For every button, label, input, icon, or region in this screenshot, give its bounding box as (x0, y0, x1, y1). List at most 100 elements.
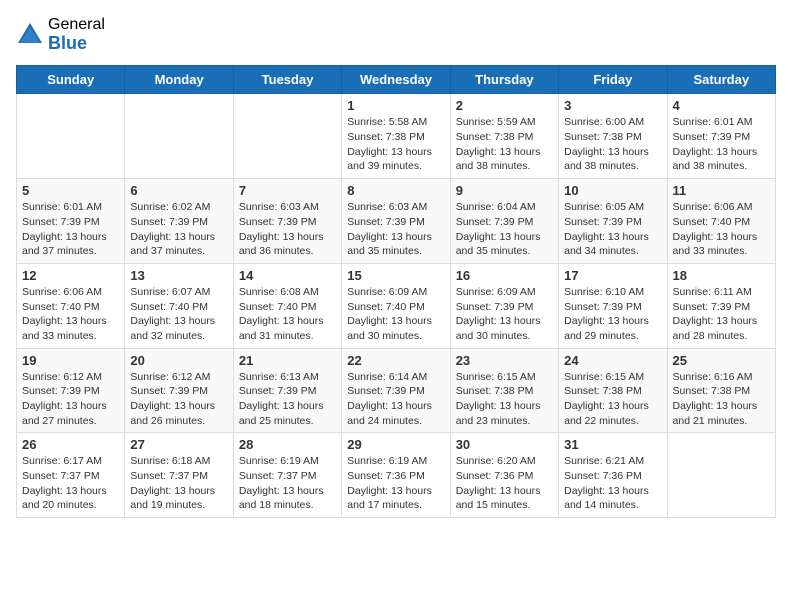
weekday-header: Wednesday (342, 66, 450, 94)
day-info: Sunrise: 6:15 AMSunset: 7:38 PMDaylight:… (456, 370, 553, 429)
day-number: 6 (130, 183, 227, 198)
calendar-cell: 24Sunrise: 6:15 AMSunset: 7:38 PMDayligh… (559, 348, 667, 433)
day-info: Sunrise: 6:20 AMSunset: 7:36 PMDaylight:… (456, 454, 553, 513)
day-number: 2 (456, 98, 553, 113)
day-info: Sunrise: 6:14 AMSunset: 7:39 PMDaylight:… (347, 370, 444, 429)
day-number: 26 (22, 437, 119, 452)
weekday-row: SundayMondayTuesdayWednesdayThursdayFrid… (17, 66, 776, 94)
day-info: Sunrise: 6:13 AMSunset: 7:39 PMDaylight:… (239, 370, 336, 429)
day-number: 15 (347, 268, 444, 283)
day-info: Sunrise: 6:04 AMSunset: 7:39 PMDaylight:… (456, 200, 553, 259)
day-number: 25 (673, 353, 770, 368)
day-number: 30 (456, 437, 553, 452)
calendar-week-row: 5Sunrise: 6:01 AMSunset: 7:39 PMDaylight… (17, 179, 776, 264)
day-number: 22 (347, 353, 444, 368)
weekday-header: Saturday (667, 66, 775, 94)
day-info: Sunrise: 6:02 AMSunset: 7:39 PMDaylight:… (130, 200, 227, 259)
calendar-cell: 19Sunrise: 6:12 AMSunset: 7:39 PMDayligh… (17, 348, 125, 433)
day-number: 18 (673, 268, 770, 283)
calendar-cell: 12 Sunrise: 6:06 AMSunset: 7:40 PMDayligh… (17, 263, 125, 348)
logo-blue: Blue (48, 34, 105, 54)
calendar-cell: 3 Sunrise: 6:00 AMSunset: 7:38 PMDaylight… (559, 94, 667, 179)
calendar-cell: 21Sunrise: 6:13 AMSunset: 7:39 PMDayligh… (233, 348, 341, 433)
day-info: Sunrise: 6:05 AMSunset: 7:39 PMDaylight:… (564, 200, 661, 259)
day-number: 17 (564, 268, 661, 283)
day-info: Sunrise: 6:00 AMSunset: 7:38 PMDaylight:… (564, 115, 661, 174)
day-info: Sunrise: 6:01 AMSunset: 7:39 PMDaylight:… (673, 115, 770, 174)
day-number: 5 (22, 183, 119, 198)
calendar-cell: 6 Sunrise: 6:02 AMSunset: 7:39 PMDaylight… (125, 179, 233, 264)
day-number: 7 (239, 183, 336, 198)
calendar-week-row: 19 Sunrise: 6:12 AMSunset: 7:39 PMDayligh… (17, 348, 776, 433)
day-number: 31 (564, 437, 661, 452)
weekday-header: Friday (559, 66, 667, 94)
day-number: 3 (564, 98, 661, 113)
day-info: Sunrise: 6:12 AMSunset: 7:39 PMDaylight:… (130, 370, 227, 429)
day-number: 9 (456, 183, 553, 198)
calendar-cell (667, 433, 775, 518)
calendar-cell: 13 Sunrise: 6:07 AMSunset: 7:40 PMDayligh… (125, 263, 233, 348)
calendar-header: SundayMondayTuesdayWednesdayThursdayFrid… (17, 66, 776, 94)
day-info: Sunrise: 5:58 AMSunset: 7:38 PMDaylight:… (347, 115, 444, 174)
day-number: 12 (22, 268, 119, 283)
day-info: Sunrise: 6:10 AMSunset: 7:39 PMDaylight:… (564, 285, 661, 344)
day-number: 10 (564, 183, 661, 198)
day-number: 27 (130, 437, 227, 452)
day-number: 24 (564, 353, 661, 368)
calendar-cell: 5Sunrise: 6:01 AMSunset: 7:39 PMDaylight… (17, 179, 125, 264)
calendar-cell: 14 Sunrise: 6:08 AMSunset: 7:40 PMDayligh… (233, 263, 341, 348)
weekday-header: Sunday (17, 66, 125, 94)
day-number: 28 (239, 437, 336, 452)
day-info: Sunrise: 6:07 AMSunset: 7:40 PMDaylight:… (130, 285, 227, 344)
calendar-cell: 30 Sunrise: 6:20 AMSunset: 7:36 PMDayligh… (450, 433, 558, 518)
day-number: 1 (347, 98, 444, 113)
day-info: Sunrise: 6:09 AMSunset: 7:40 PMDaylight:… (347, 285, 444, 344)
calendar-cell: 17 Sunrise: 6:10 AMSunset: 7:39 PMDayligh… (559, 263, 667, 348)
day-number: 20 (130, 353, 227, 368)
calendar-week-row: 26Sunrise: 6:17 AMSunset: 7:37 PMDayligh… (17, 433, 776, 518)
calendar-cell: 27 Sunrise: 6:18 AMSunset: 7:37 PMDayligh… (125, 433, 233, 518)
calendar-cell: 25 Sunrise: 6:16 AMSunset: 7:38 PMDayligh… (667, 348, 775, 433)
calendar-cell (233, 94, 341, 179)
day-info: Sunrise: 6:16 AMSunset: 7:38 PMDaylight:… (673, 370, 770, 429)
calendar-cell: 23 Sunrise: 6:15 AMSunset: 7:38 PMDayligh… (450, 348, 558, 433)
calendar-cell: 26Sunrise: 6:17 AMSunset: 7:37 PMDayligh… (17, 433, 125, 518)
day-info: Sunrise: 6:08 AMSunset: 7:40 PMDaylight:… (239, 285, 336, 344)
day-info: Sunrise: 6:18 AMSunset: 7:37 PMDaylight:… (130, 454, 227, 513)
day-info: Sunrise: 6:19 AMSunset: 7:36 PMDaylight:… (347, 454, 444, 513)
calendar-cell: 20 Sunrise: 6:12 AMSunset: 7:39 PMDayligh… (125, 348, 233, 433)
page-header: General Blue (16, 16, 776, 53)
day-number: 8 (347, 183, 444, 198)
weekday-header: Thursday (450, 66, 558, 94)
weekday-header: Tuesday (233, 66, 341, 94)
day-number: 19 (22, 353, 119, 368)
day-info: Sunrise: 6:09 AMSunset: 7:39 PMDaylight:… (456, 285, 553, 344)
calendar-table: SundayMondayTuesdayWednesdayThursdayFrid… (16, 65, 776, 518)
day-info: Sunrise: 6:11 AMSunset: 7:39 PMDaylight:… (673, 285, 770, 344)
calendar-week-row: 12 Sunrise: 6:06 AMSunset: 7:40 PMDayligh… (17, 263, 776, 348)
calendar-cell (17, 94, 125, 179)
calendar-cell: 7 Sunrise: 6:03 AMSunset: 7:39 PMDaylight… (233, 179, 341, 264)
calendar-cell: 4Sunrise: 6:01 AMSunset: 7:39 PMDaylight… (667, 94, 775, 179)
day-info: Sunrise: 6:06 AMSunset: 7:40 PMDaylight:… (673, 200, 770, 259)
calendar-cell: 18 Sunrise: 6:11 AMSunset: 7:39 PMDayligh… (667, 263, 775, 348)
day-info: Sunrise: 5:59 AMSunset: 7:38 PMDaylight:… (456, 115, 553, 174)
calendar-cell: 9 Sunrise: 6:04 AMSunset: 7:39 PMDaylight… (450, 179, 558, 264)
day-info: Sunrise: 6:19 AMSunset: 7:37 PMDaylight:… (239, 454, 336, 513)
calendar-week-row: 1 Sunrise: 5:58 AMSunset: 7:38 PMDaylight… (17, 94, 776, 179)
calendar-cell: 22 Sunrise: 6:14 AMSunset: 7:39 PMDayligh… (342, 348, 450, 433)
logo-general: General (48, 16, 105, 34)
day-info: Sunrise: 6:03 AMSunset: 7:39 PMDaylight:… (239, 200, 336, 259)
day-number: 14 (239, 268, 336, 283)
day-info: Sunrise: 6:03 AMSunset: 7:39 PMDaylight:… (347, 200, 444, 259)
calendar-cell: 10 Sunrise: 6:05 AMSunset: 7:39 PMDayligh… (559, 179, 667, 264)
day-number: 23 (456, 353, 553, 368)
calendar-cell: 2 Sunrise: 5:59 AMSunset: 7:38 PMDaylight… (450, 94, 558, 179)
calendar-cell: 31 Sunrise: 6:21 AMSunset: 7:36 PMDayligh… (559, 433, 667, 518)
day-number: 13 (130, 268, 227, 283)
day-number: 11 (673, 183, 770, 198)
calendar-cell: 16Sunrise: 6:09 AMSunset: 7:39 PMDayligh… (450, 263, 558, 348)
calendar-cell: 1 Sunrise: 5:58 AMSunset: 7:38 PMDaylight… (342, 94, 450, 179)
day-info: Sunrise: 6:21 AMSunset: 7:36 PMDaylight:… (564, 454, 661, 513)
day-info: Sunrise: 6:06 AMSunset: 7:40 PMDaylight:… (22, 285, 119, 344)
